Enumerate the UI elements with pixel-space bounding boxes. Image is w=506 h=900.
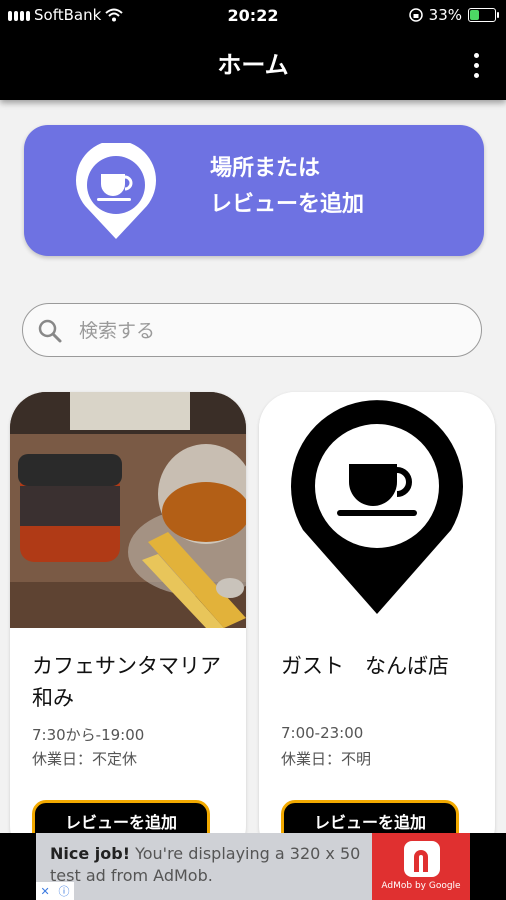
more-vertical-icon[interactable] — [468, 50, 484, 80]
page-title: ホーム — [217, 51, 289, 79]
search-input[interactable] — [77, 312, 461, 350]
status-right: 33% — [408, 6, 499, 24]
add-place-review-button[interactable]: 場所または レビューを追加 — [24, 125, 484, 256]
battery-icon — [468, 8, 499, 22]
shop-holiday: 休業日：不定休 — [32, 750, 138, 768]
search-bar[interactable] — [22, 303, 482, 357]
battery-percent: 33% — [428, 6, 462, 24]
ad-headline: Nice job! — [50, 844, 131, 863]
add-card-line1: 場所または — [210, 156, 321, 181]
status-bar: SoftBank 20:22 33% — [0, 0, 506, 30]
ad-text: Nice job! You're displaying a 320 x 50 t… — [50, 843, 380, 887]
add-card-line2: レビューを追加 — [210, 192, 365, 217]
shop-card[interactable]: ガスト なんば店 7:00-23:00 休業日：不明 レビューを追加 — [259, 392, 495, 862]
admob-logo: AdMob by Google — [372, 833, 470, 900]
battery-fill — [470, 10, 479, 20]
ad-brand: AdMob by Google — [381, 881, 461, 891]
ad-bar: Nice job! You're displaying a 320 x 50 t… — [0, 833, 506, 900]
add-card-text: 場所または レビューを追加 — [210, 151, 364, 223]
app-bar: ホーム — [0, 30, 506, 100]
shop-card[interactable]: カフェサンタマリア和み 7:30から-19:00 休業日：不定休 レビューを追加 — [10, 392, 246, 862]
shop-photo — [10, 392, 246, 628]
admob-icon — [404, 841, 440, 877]
ad-banner[interactable]: Nice job! You're displaying a 320 x 50 t… — [36, 833, 470, 900]
coffee-pin-icon — [76, 143, 156, 239]
search-icon — [38, 319, 62, 343]
shop-name: カフェサンタマリア和み — [32, 654, 221, 710]
shop-hours: 7:30から-19:00 — [32, 726, 145, 744]
shop-name: ガスト なんば店 — [281, 654, 449, 678]
ad-close-icon[interactable]: ✕ — [40, 885, 49, 898]
ad-choices-icon[interactable]: ✕ ⓘ — [36, 882, 74, 900]
coffee-pin-icon — [259, 392, 495, 628]
shop-hours: 7:00-23:00 — [281, 724, 364, 742]
ad-info-icon[interactable]: ⓘ — [59, 883, 70, 899]
rotation-lock-icon — [408, 8, 423, 22]
shop-holiday: 休業日：不明 — [281, 750, 372, 768]
